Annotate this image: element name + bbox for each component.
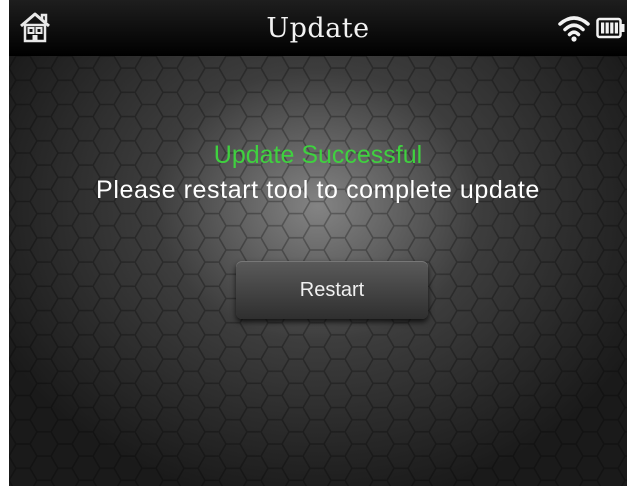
battery-icon	[596, 17, 625, 39]
main-panel: Update Successful Please restart tool to…	[9, 56, 627, 486]
title-bar: Update	[9, 0, 627, 56]
page-title: Update	[266, 13, 370, 44]
wifi-icon	[558, 16, 590, 42]
restart-message: Please restart tool to complete update	[96, 176, 540, 204]
device-screen: Update Update Successful Please restart …	[9, 0, 627, 486]
update-status: Update Successful	[213, 141, 423, 169]
restart-button[interactable]: Restart	[236, 261, 428, 319]
